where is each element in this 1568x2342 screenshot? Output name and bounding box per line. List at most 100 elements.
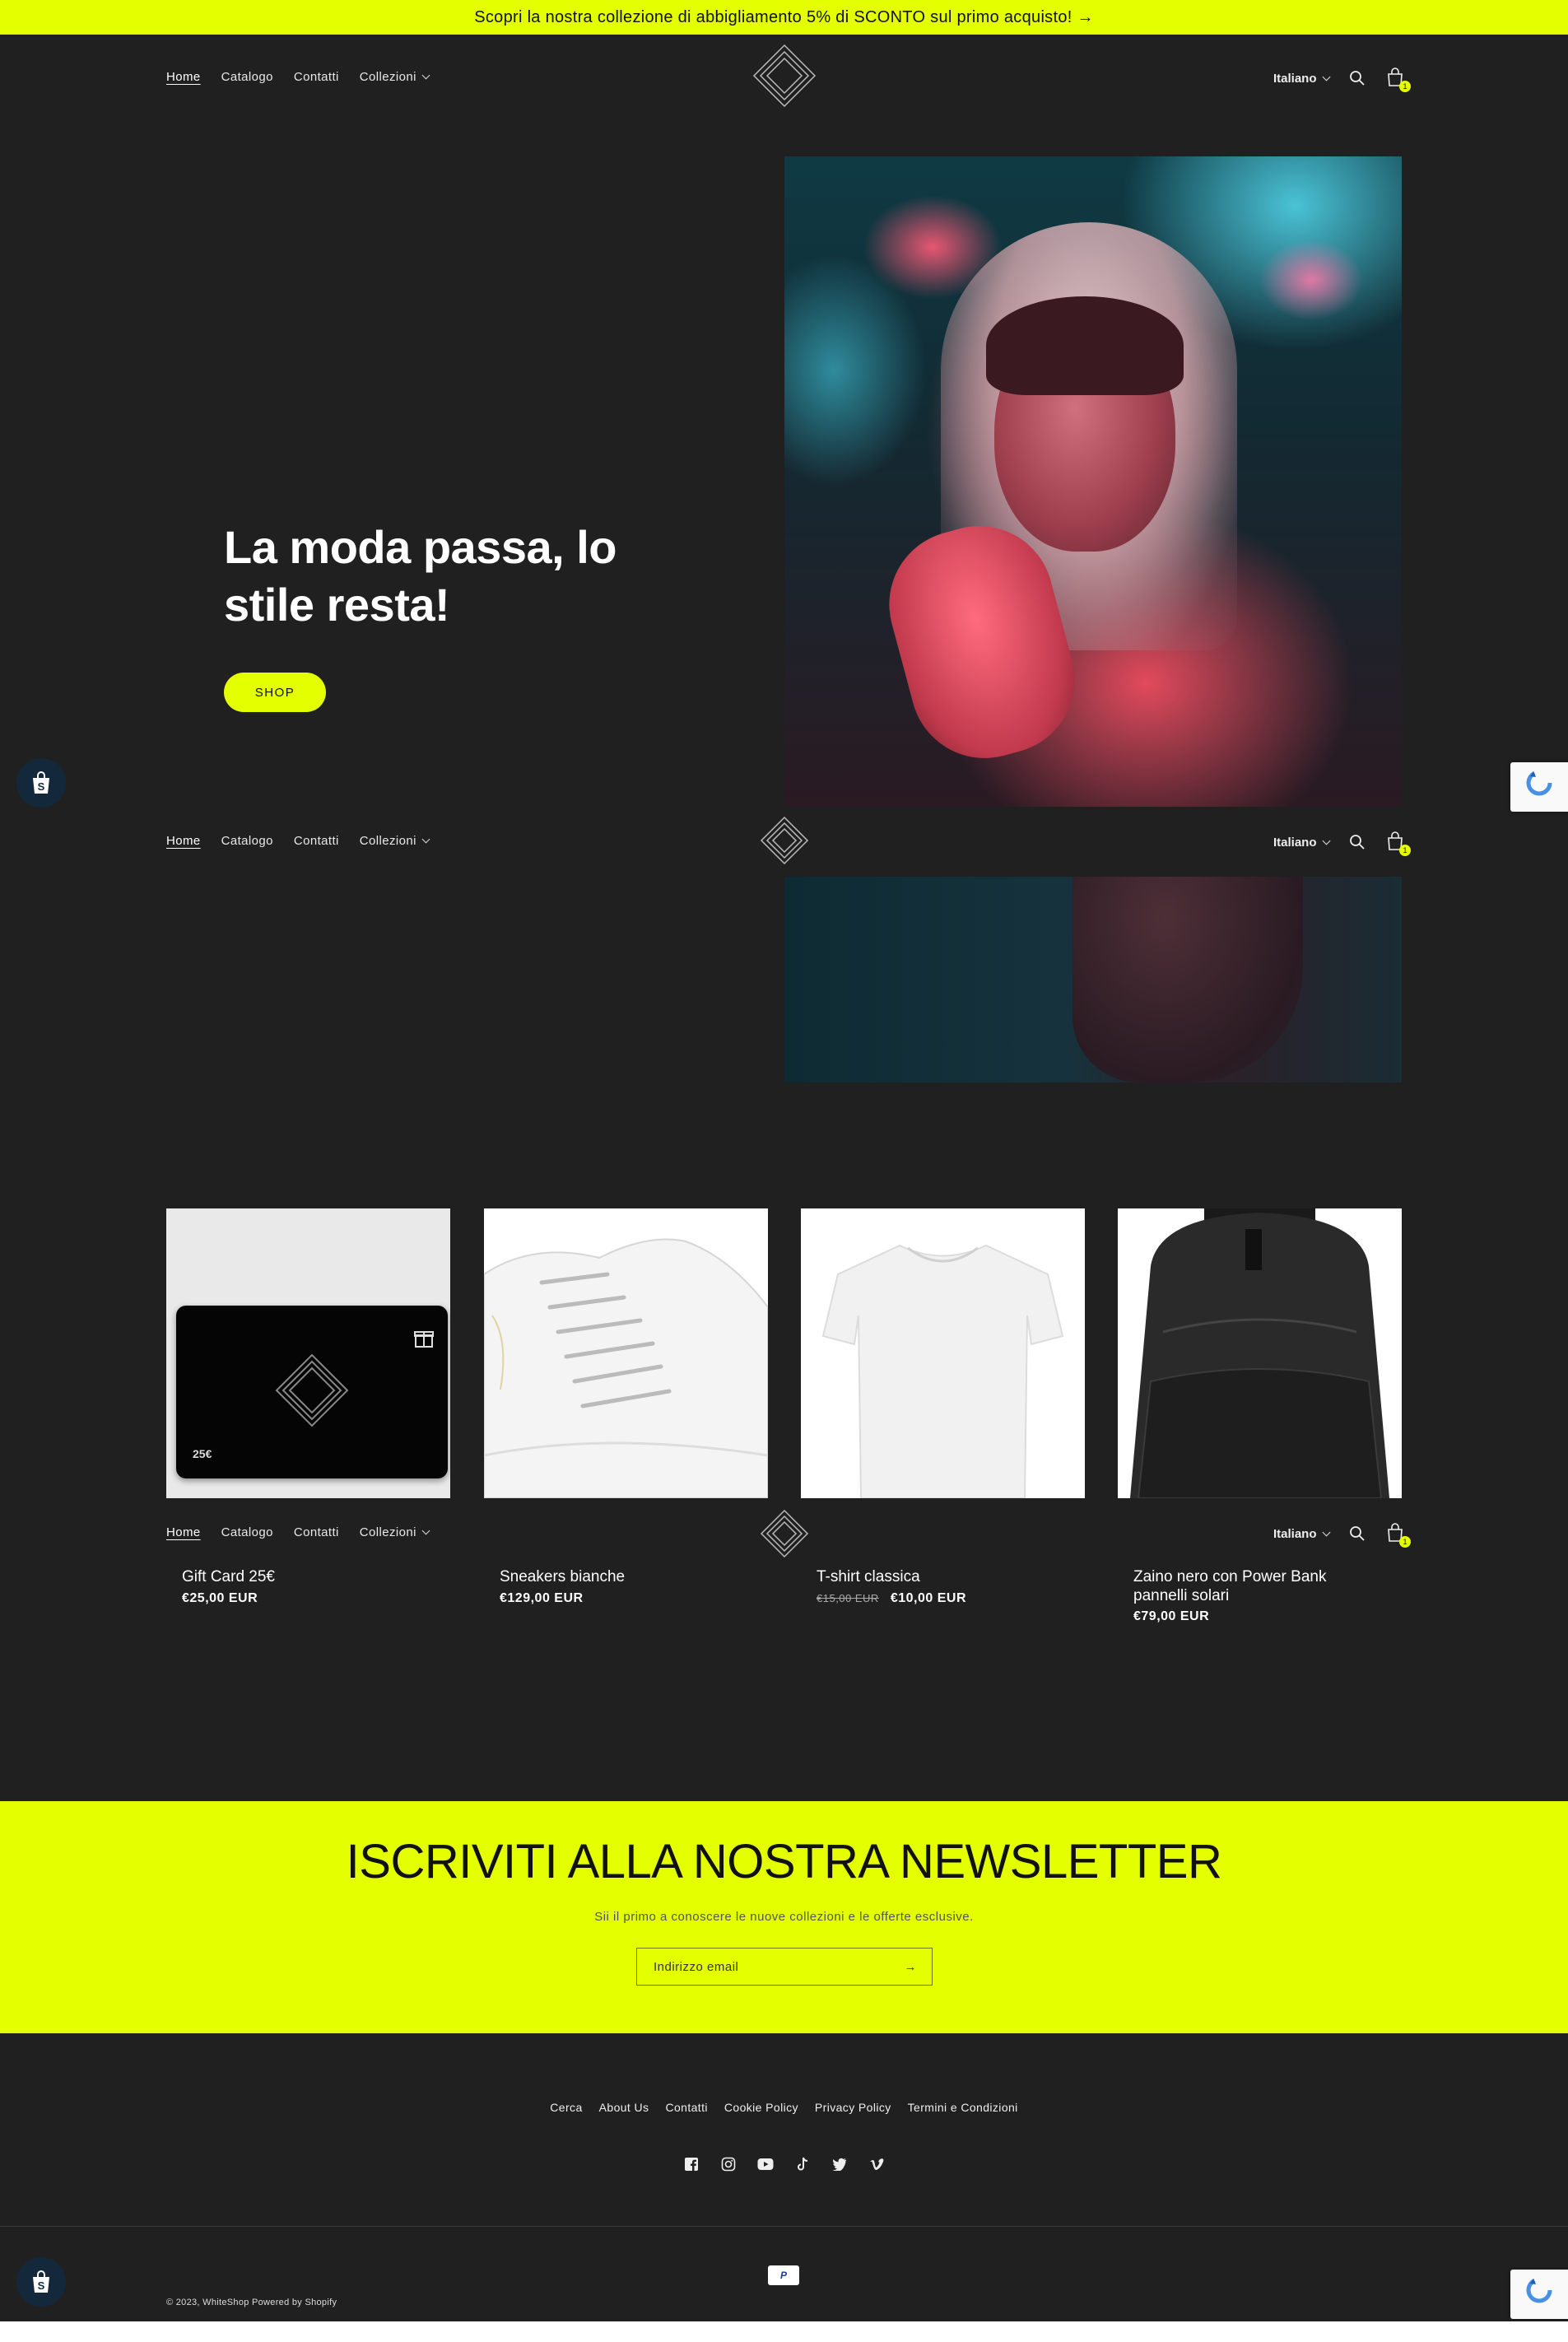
search-icon[interactable]	[1349, 70, 1366, 86]
instagram-icon[interactable]	[720, 2156, 737, 2172]
nav-contatti[interactable]: Contatti	[294, 1525, 339, 1539]
footer-link-privacy[interactable]: Privacy Policy	[815, 2101, 891, 2114]
product-price: €79,00 EUR	[1133, 1609, 1209, 1624]
page-bottom-strip	[0, 2321, 1568, 2342]
vimeo-icon[interactable]	[868, 2156, 885, 2172]
product-name[interactable]: Zaino nero con Power Bank pannelli solar…	[1133, 1567, 1380, 1605]
site-logo[interactable]	[751, 43, 817, 109]
hero-title: La moda passa, lo stile resta!	[224, 521, 617, 631]
language-selector[interactable]: Italiano	[1273, 836, 1330, 850]
language-selector[interactable]: Italiano	[1273, 1527, 1330, 1541]
footer-link-cerca[interactable]: Cerca	[550, 2101, 582, 2114]
nav-home[interactable]: Home	[166, 70, 201, 84]
chevron-down-icon	[1322, 72, 1330, 81]
nav-collezioni[interactable]: Collezioni	[360, 70, 430, 84]
chevron-down-icon	[1322, 836, 1330, 845]
diamond-logo-icon	[752, 44, 817, 108]
product-image[interactable]	[484, 1208, 768, 1498]
arrow-right-icon[interactable]: →	[905, 1960, 918, 1974]
product-name[interactable]: Gift Card 25€	[182, 1567, 275, 1586]
announcement-text[interactable]: Scopri la nostra collezione di abbigliam…	[474, 8, 1094, 27]
diamond-logo-icon	[275, 1353, 349, 1427]
nav-home[interactable]: Home	[166, 1525, 201, 1539]
nav-collezioni-label: Collezioni	[359, 834, 416, 848]
backpack-graphic	[1130, 1208, 1389, 1498]
product-name[interactable]: T-shirt classica	[817, 1567, 920, 1586]
product-card[interactable]: Zaino nero con Power Bank pannelli solar…	[1118, 1208, 1402, 1623]
paypal-icon: P	[768, 2265, 799, 2285]
chevron-down-icon	[1322, 1528, 1330, 1537]
shop-button[interactable]: SHOP	[224, 673, 326, 712]
footer-link-about[interactable]: About Us	[599, 2101, 649, 2114]
cart-icon[interactable]: 1	[1386, 831, 1411, 856]
product-current-price: €10,00 EUR	[890, 1591, 966, 1605]
nav-contatti[interactable]: Contatti	[294, 70, 339, 84]
sticky-nav: Home Catalogo Contatti Collezioni	[166, 1525, 430, 1539]
diamond-logo-icon	[760, 1509, 809, 1558]
gift-card-amount: 25€	[193, 1447, 212, 1460]
cart-icon[interactable]: 1	[1386, 68, 1411, 92]
product-price: €129,00 EUR	[500, 1591, 584, 1606]
newsletter-subtitle: Sii il primo a conoscere le nuove collez…	[594, 1910, 974, 1924]
youtube-icon[interactable]	[757, 2156, 774, 2172]
chevron-down-icon	[421, 1526, 430, 1535]
hero-image	[784, 156, 1402, 807]
tshirt-graphic	[821, 1244, 1064, 1498]
product-old-price: €15,00 EUR	[817, 1592, 879, 1604]
tiktok-icon[interactable]	[794, 2156, 811, 2172]
twitter-icon[interactable]	[831, 2156, 848, 2172]
sneaker-graphic	[484, 1238, 768, 1498]
shopify-chat-button[interactable]: S	[16, 758, 66, 808]
language-label: Italiano	[1273, 72, 1317, 86]
nav-catalogo[interactable]: Catalogo	[221, 1525, 273, 1539]
footer-link-termini[interactable]: Termini e Condizioni	[908, 2101, 1018, 2114]
sticky-nav: Home Catalogo Contatti Collezioni	[166, 834, 430, 848]
shopify-bag-icon: S	[33, 2270, 49, 2293]
footer-link-contatti[interactable]: Contatti	[665, 2101, 707, 2114]
email-placeholder[interactable]: Indirizzo email	[654, 1960, 738, 1974]
nav-collezioni-label: Collezioni	[359, 1525, 416, 1539]
site-logo[interactable]	[760, 1509, 809, 1558]
product-card[interactable]: Sneakers bianche €129,00 EUR	[484, 1208, 768, 1605]
copyright[interactable]: © 2023, WhiteShop Powered by Shopify	[166, 2298, 337, 2307]
recaptcha-badge[interactable]	[1510, 762, 1568, 812]
hero-image-lower	[784, 877, 1402, 1083]
gift-icon	[413, 1327, 435, 1348]
language-selector[interactable]: Italiano	[1273, 72, 1330, 86]
footer-link-cookie[interactable]: Cookie Policy	[724, 2101, 798, 2114]
recaptcha-badge[interactable]	[1510, 2270, 1568, 2319]
product-image[interactable]: 25€	[166, 1208, 450, 1498]
product-card[interactable]: T-shirt classica €15,00 EUR €10,00 EUR	[801, 1208, 1085, 1605]
product-image[interactable]	[801, 1208, 1085, 1498]
search-icon[interactable]	[1349, 1525, 1366, 1542]
shopify-bag-icon: S	[33, 771, 49, 794]
nav-catalogo[interactable]: Catalogo	[221, 70, 273, 84]
search-icon[interactable]	[1349, 834, 1366, 850]
nav-collezioni[interactable]: Collezioni	[359, 834, 430, 848]
chevron-down-icon	[421, 71, 430, 80]
cart-icon[interactable]: 1	[1386, 1523, 1411, 1548]
recaptcha-icon	[1526, 2277, 1552, 2303]
product-image[interactable]	[1118, 1208, 1402, 1498]
product-current-price: €25,00 EUR	[182, 1591, 258, 1605]
language-label: Italiano	[1273, 836, 1317, 850]
footer-divider	[0, 2226, 1568, 2227]
nav-collezioni[interactable]: Collezioni	[359, 1525, 430, 1539]
main-nav: Home Catalogo Contatti Collezioni	[166, 70, 430, 84]
footer-links: Cerca About Us Contatti Cookie Policy Pr…	[0, 2101, 1568, 2114]
nav-catalogo[interactable]: Catalogo	[221, 834, 273, 848]
announcement-bar[interactable]: Scopri la nostra collezione di abbigliam…	[0, 0, 1568, 35]
facebook-icon[interactable]	[683, 2156, 700, 2172]
site-logo[interactable]	[760, 816, 809, 865]
language-label: Italiano	[1273, 1527, 1317, 1541]
product-price: €15,00 EUR €10,00 EUR	[817, 1591, 966, 1606]
product-name[interactable]: Sneakers bianche	[500, 1567, 625, 1586]
nav-home[interactable]: Home	[166, 834, 201, 848]
gift-card-graphic: 25€	[176, 1306, 448, 1478]
shopify-chat-button[interactable]: S	[16, 2257, 66, 2307]
product-card[interactable]: 25€ Gift Card 25€ €25,00 EUR	[166, 1208, 450, 1605]
recaptcha-icon	[1526, 770, 1552, 796]
product-current-price: €129,00 EUR	[500, 1591, 584, 1605]
newsletter-email-field[interactable]: Indirizzo email →	[636, 1948, 933, 1986]
nav-contatti[interactable]: Contatti	[294, 834, 339, 848]
